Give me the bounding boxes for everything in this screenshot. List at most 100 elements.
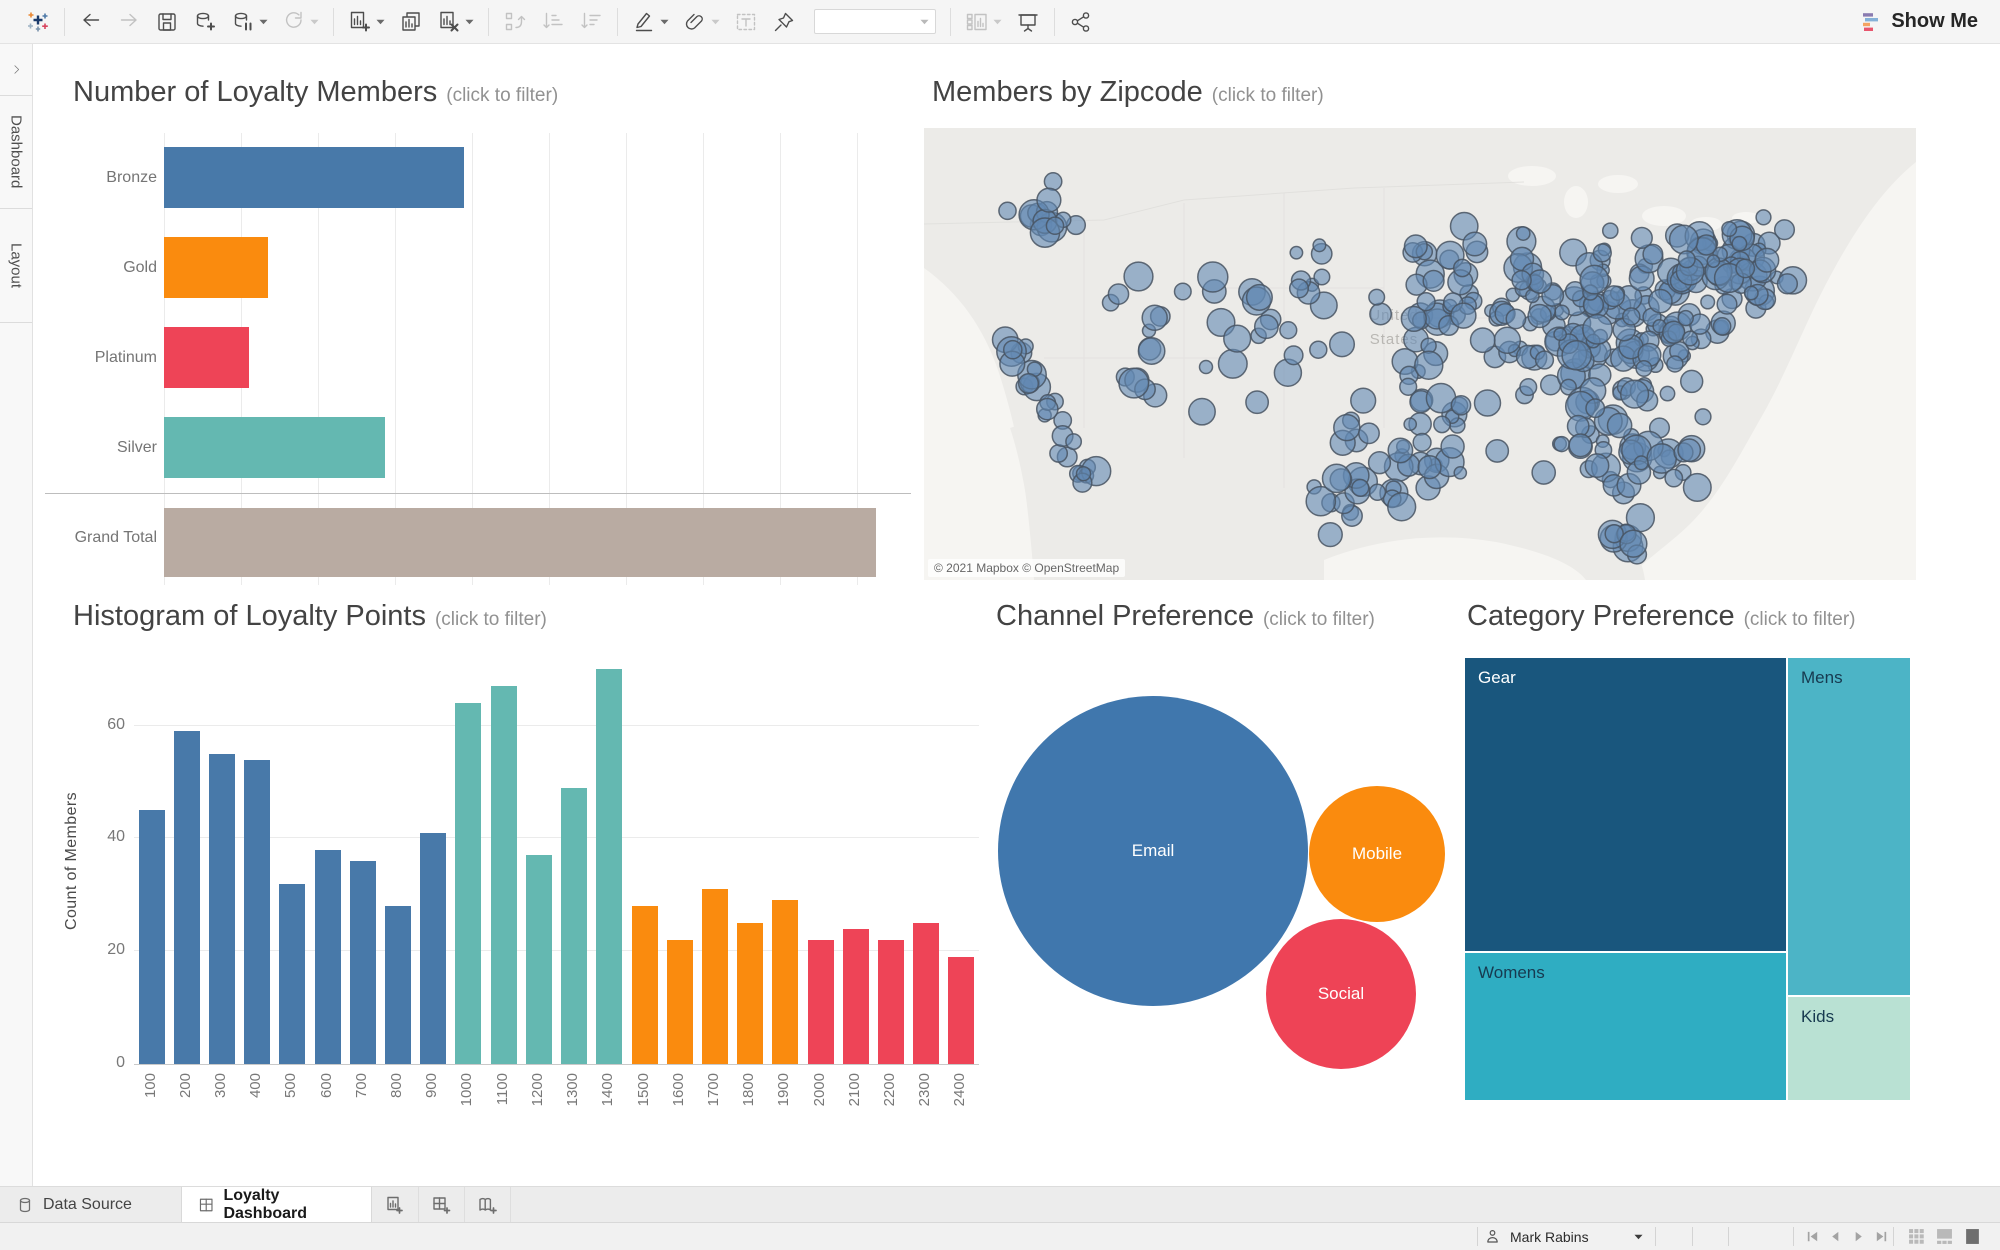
tab-layout[interactable]: Layout — [0, 209, 32, 322]
nav-first-sheet-button[interactable] — [1805, 1229, 1820, 1244]
nav-previous-sheet-button[interactable] — [1828, 1229, 1843, 1244]
new-story-button[interactable] — [464, 1187, 511, 1223]
x-tick-label: 800 — [388, 1073, 408, 1098]
histogram-bar[interactable] — [948, 957, 974, 1064]
histogram-bar[interactable] — [174, 731, 200, 1064]
tableau-logo-icon — [26, 10, 50, 34]
histogram-bar[interactable] — [596, 669, 622, 1064]
loyalty-points-histogram[interactable] — [134, 658, 979, 1065]
histogram-bar[interactable] — [209, 754, 235, 1064]
histogram-bar[interactable] — [878, 940, 904, 1064]
histogram-bar[interactable] — [455, 703, 481, 1064]
view-sheet-button[interactable] — [1964, 1228, 1981, 1245]
histogram-bar[interactable] — [244, 760, 270, 1065]
x-tick-label: 1100 — [494, 1073, 514, 1105]
x-tick-label: 200 — [177, 1073, 197, 1098]
histogram-bar[interactable] — [315, 850, 341, 1064]
treemap-kids[interactable]: Kids — [1788, 997, 1910, 1100]
toolbar-save-button[interactable] — [155, 10, 179, 34]
toolbar-highlight-button[interactable] — [632, 10, 669, 34]
members-chart-title: Number of Loyalty Members(click to filte… — [73, 76, 558, 109]
treemap-womens[interactable]: Womens — [1465, 953, 1786, 1100]
nav-last-sheet-button[interactable] — [1874, 1229, 1889, 1244]
bar-mark[interactable] — [164, 417, 385, 478]
expand-pane-button[interactable] — [0, 44, 32, 95]
bar-row: Gold — [45, 223, 911, 313]
toolbar-pause-auto-updates-button[interactable] — [231, 10, 268, 34]
toolbar-presentation-mode-button[interactable] — [1016, 10, 1040, 34]
sheet-tab-bar: Data Source Loyalty Dashboard — [0, 1186, 2000, 1222]
x-tick-label: 1500 — [635, 1073, 655, 1106]
view-tiles-button[interactable] — [1908, 1228, 1925, 1245]
toolbar-tableau-logo-button[interactable] — [26, 10, 50, 34]
channel-bubble-chart: EmailMobileSocial — [980, 640, 1460, 1110]
presentation-mode-icon — [1016, 10, 1040, 34]
toolbar-redo-arrow-button[interactable] — [117, 10, 141, 34]
histogram-bar[interactable] — [702, 889, 728, 1064]
toolbar-duplicate-sheet-button[interactable] — [399, 10, 423, 34]
bar-mark[interactable] — [164, 327, 249, 388]
histogram-bar[interactable] — [808, 940, 834, 1064]
tab-data-source[interactable]: Data Source — [0, 1187, 182, 1223]
members-bar-chart[interactable]: BronzeGoldPlatinumSilverGrand Total — [45, 133, 911, 585]
user-menu[interactable]: Mark Rabins — [1484, 1223, 1643, 1250]
histogram-bar[interactable] — [772, 900, 798, 1064]
show-mark-labels-icon — [734, 10, 758, 34]
usa-map[interactable]: UnitedStates — [924, 128, 1916, 580]
treemap-gear[interactable]: Gear — [1465, 658, 1786, 951]
histogram-bar[interactable] — [420, 833, 446, 1064]
toolbar-clear-sheet-button[interactable] — [437, 10, 474, 34]
treemap-mens[interactable]: Mens — [1788, 658, 1910, 995]
histogram-bar[interactable] — [350, 861, 376, 1064]
x-tick-label: 600 — [318, 1073, 338, 1098]
toolbar-share-workbook-button[interactable] — [1069, 10, 1093, 34]
toolbar-combobox[interactable] — [814, 9, 936, 34]
title-subtext: (click to filter) — [446, 85, 558, 106]
new-dashboard-button[interactable] — [418, 1187, 465, 1223]
toolbar-show-mark-labels-button[interactable] — [734, 10, 758, 34]
histogram-bar[interactable] — [632, 906, 658, 1064]
toolbar-sort-ascending-button[interactable] — [541, 10, 565, 34]
histogram-bar[interactable] — [526, 855, 552, 1064]
toolbar-undo-arrow-button[interactable] — [79, 10, 103, 34]
nav-next-sheet-button[interactable] — [1851, 1229, 1866, 1244]
bubble-social[interactable]: Social — [1266, 919, 1416, 1069]
histogram-bar[interactable] — [491, 686, 517, 1064]
tab-dashboard[interactable]: Dashboard — [0, 96, 32, 208]
new-worksheet-button[interactable] — [372, 1187, 419, 1223]
toolbar-fix-axes-button[interactable] — [772, 10, 796, 34]
new-worksheet-icon — [385, 1195, 405, 1215]
tab-label: Data Source — [43, 1196, 132, 1214]
toolbar-run-auto-updates-button[interactable] — [282, 10, 319, 34]
bar-mark[interactable] — [164, 508, 876, 577]
show-me-label: Show Me — [1891, 10, 1978, 33]
show-me-button[interactable]: Show Me — [1859, 10, 1978, 34]
toolbar-sort-descending-button[interactable] — [579, 10, 603, 34]
view-filmstrip-button[interactable] — [1936, 1228, 1953, 1245]
histogram-bar[interactable] — [737, 923, 763, 1064]
tab-loyalty-dashboard[interactable]: Loyalty Dashboard — [182, 1187, 372, 1223]
histogram-bar[interactable] — [667, 940, 693, 1064]
zipcode-map[interactable]: UnitedStates © 2021 Mapbox © OpenStreetM… — [924, 128, 1916, 580]
bubble-mobile[interactable]: Mobile — [1309, 786, 1445, 922]
histogram-bar[interactable] — [913, 923, 939, 1064]
toolbar-show-hide-cards-button[interactable] — [965, 10, 1002, 34]
bubble-email[interactable]: Email — [998, 696, 1308, 1006]
histogram-bar[interactable] — [385, 906, 411, 1064]
histogram-bar[interactable] — [843, 929, 869, 1064]
bar-mark[interactable] — [164, 147, 464, 208]
histogram-bar[interactable] — [139, 810, 165, 1064]
new-story-icon — [477, 1195, 497, 1215]
toolbar-new-worksheet-button[interactable] — [348, 10, 385, 34]
treemap-label: Kids — [1801, 1007, 1834, 1026]
category-title: Category Preference(click to filter) — [1467, 600, 1856, 633]
histogram-bar[interactable] — [279, 884, 305, 1064]
toolbar-new-data-source-button[interactable] — [193, 10, 217, 34]
toolbar-separator — [617, 8, 618, 36]
toolbar-swap-rows-columns-button[interactable] — [503, 10, 527, 34]
bar-mark[interactable] — [164, 237, 268, 298]
title-text: Members by Zipcode — [932, 76, 1203, 108]
toolbar-group-members-button[interactable] — [683, 10, 720, 34]
histogram-bar[interactable] — [561, 788, 587, 1064]
title-subtext: (click to filter) — [1212, 85, 1324, 106]
